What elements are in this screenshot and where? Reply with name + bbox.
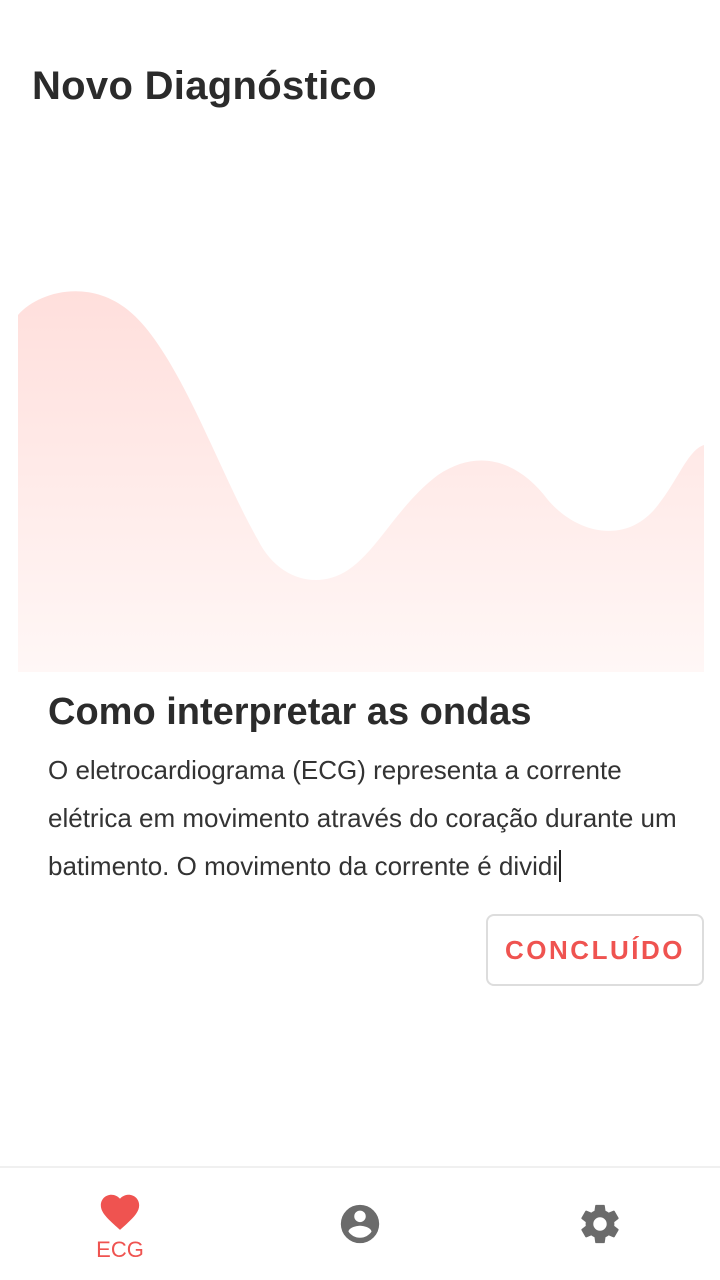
ecg-wave-illustration [18, 291, 704, 672]
diagnosis-screen: Novo Diagnóstico Como interpretar as ond… [0, 0, 720, 1280]
section-title: Como interpretar as ondas [48, 691, 532, 733]
heart-icon [100, 1194, 140, 1230]
nav-item-settings[interactable] [480, 1168, 720, 1280]
account-circle-icon [340, 1204, 380, 1244]
nav-item-profile[interactable] [240, 1168, 480, 1280]
info-section: Como interpretar as ondas O eletrocardio… [48, 688, 698, 890]
typing-cursor [559, 850, 562, 882]
section-body-text: O eletrocardiograma (ECG) representa a c… [48, 755, 677, 881]
nav-label-ecg: ECG [96, 1237, 144, 1262]
settings-gear-icon [581, 1204, 619, 1244]
page-title: Novo Diagnóstico [32, 64, 377, 108]
section-body: O eletrocardiograma (ECG) representa a c… [48, 746, 698, 890]
nav-item-ecg[interactable]: ECG [0, 1168, 240, 1280]
done-button[interactable]: CONCLUÍDO [486, 914, 704, 986]
bottom-navigation: ECG [0, 1166, 720, 1280]
